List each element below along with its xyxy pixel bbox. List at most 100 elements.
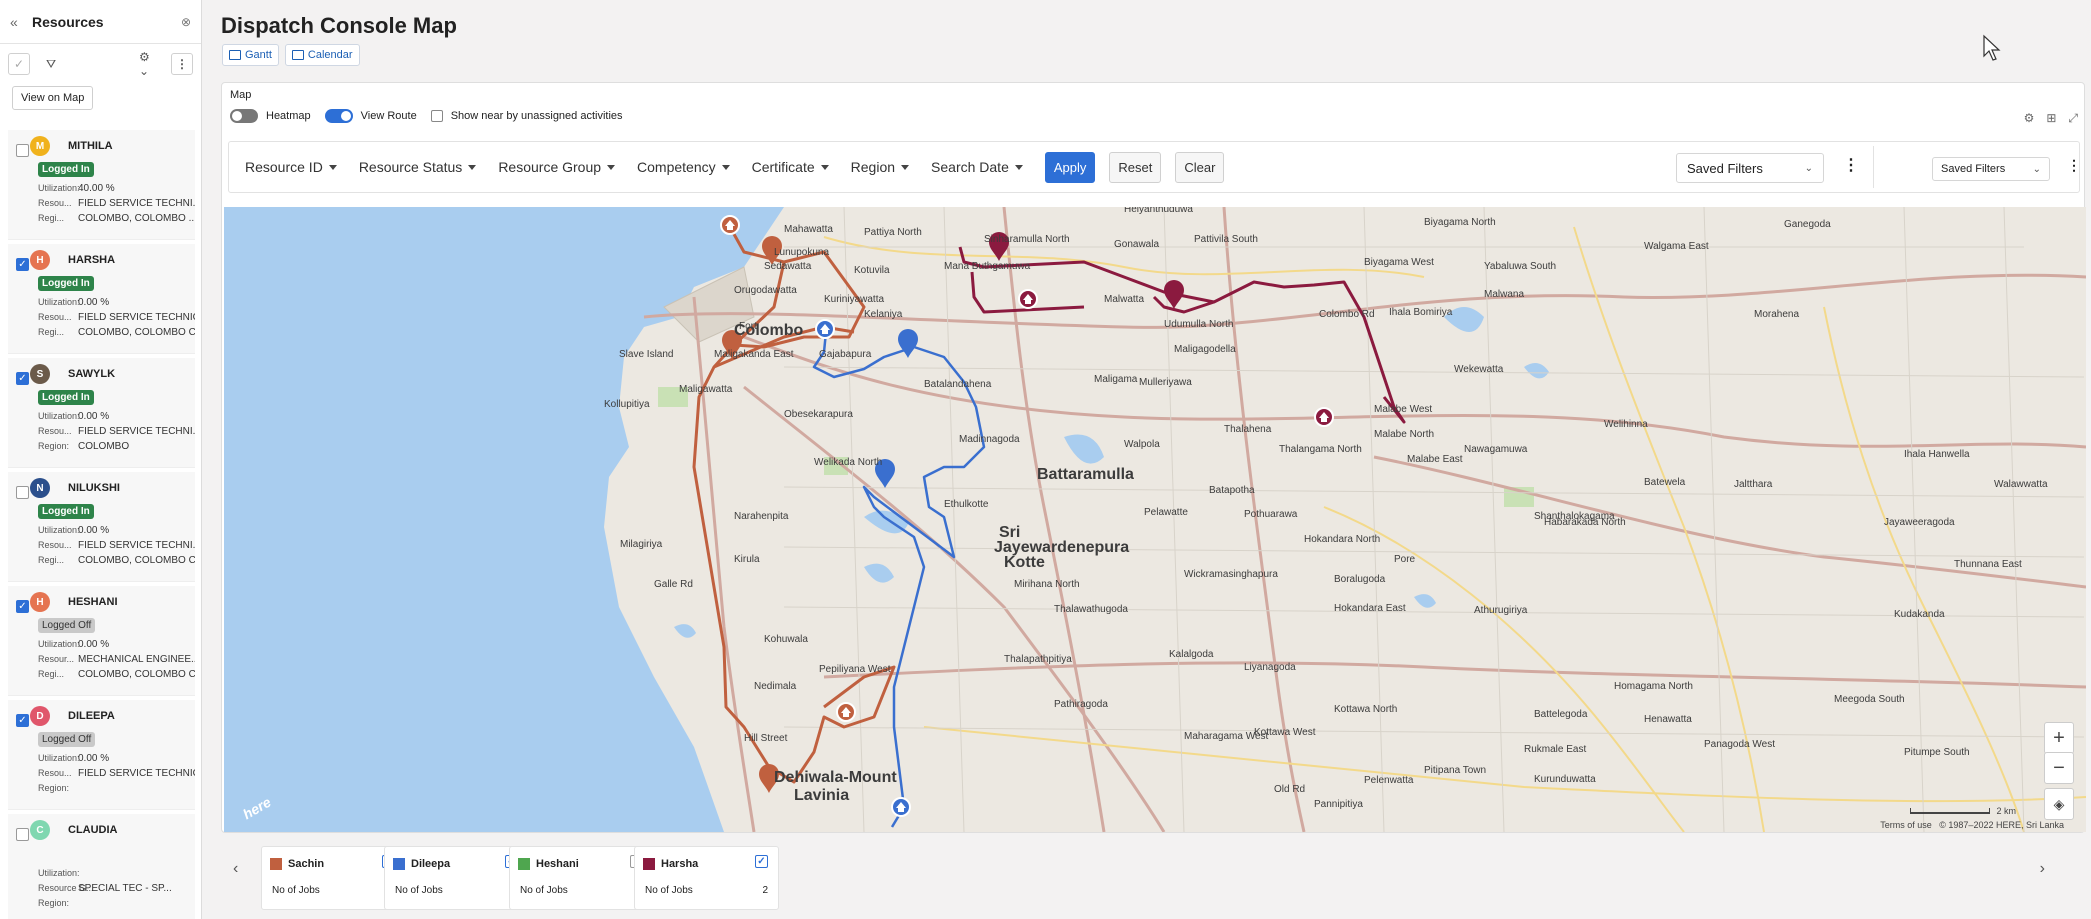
- home-marker-icon[interactable]: [836, 702, 856, 722]
- tab-calendar[interactable]: Calendar: [284, 44, 360, 66]
- avatar: H: [30, 592, 50, 612]
- filter-region[interactable]: Region: [851, 159, 910, 175]
- filter-resource-id[interactable]: Resource ID: [245, 159, 337, 175]
- resource-card[interactable]: ✓ S SAWYLK Logged In Utilization:0.00 % Resou…: [8, 358, 195, 468]
- map-label: Kollupitiya: [604, 399, 650, 410]
- caret-down-icon: [607, 164, 616, 170]
- resource-checkbox[interactable]: ✓: [16, 258, 29, 271]
- show-near-checkbox[interactable]: [430, 110, 443, 122]
- filter-icon[interactable]: ⛛: [40, 53, 62, 75]
- home-marker-icon[interactable]: [815, 319, 835, 339]
- settings-dropdown-icon[interactable]: ⚙ ⌄: [139, 50, 161, 78]
- map-label: Gonawala: [1114, 239, 1159, 250]
- detail-label: Resou...: [38, 198, 72, 208]
- heatmap-label: Heatmap: [266, 110, 311, 122]
- map-svg: Mahawatta Pattiya North Sinharamulla North…: [224, 207, 2086, 832]
- map-label: Meegoda South: [1834, 694, 1905, 705]
- clear-button[interactable]: Clear: [1175, 151, 1225, 183]
- home-marker-icon[interactable]: [720, 215, 740, 235]
- reset-button[interactable]: Reset: [1109, 151, 1162, 183]
- map-label: Wickramasinghapura: [1184, 569, 1278, 580]
- sidebar-title: Resources: [32, 13, 104, 30]
- resource-checkbox[interactable]: ✓: [16, 714, 29, 727]
- resource-checkbox[interactable]: [16, 486, 29, 499]
- pin-icon[interactable]: ⊗: [181, 15, 191, 29]
- view-on-map-button[interactable]: View on Map: [12, 86, 94, 110]
- scale-line: [1910, 808, 1991, 814]
- legend-checkbox[interactable]: ✓: [755, 855, 768, 868]
- home-marker-icon[interactable]: [1018, 289, 1038, 309]
- tab-gantt[interactable]: Gantt: [222, 44, 279, 66]
- view-route-toggle[interactable]: [324, 109, 353, 123]
- resource-card[interactable]: N NILUKSHI Logged In Utilization:0.00 % Reso…: [8, 472, 195, 582]
- legend-prev-icon[interactable]: ‹: [233, 860, 238, 878]
- resource-card[interactable]: C CLAUDIA Utilization: Resource G...SPECIAL…: [8, 814, 195, 919]
- resource-checkbox[interactable]: ✓: [16, 372, 29, 385]
- map-label: Boralugoda: [1334, 574, 1386, 585]
- resource-detail: Utilization:0.00 %: [38, 295, 195, 310]
- filter-certificate[interactable]: Certificate: [752, 159, 829, 175]
- caret-down-icon: [1014, 164, 1023, 170]
- map-label: Malwana: [1484, 289, 1524, 300]
- more-options-icon[interactable]: ⋮: [171, 53, 193, 75]
- terms-of-use-link[interactable]: Terms of use: [1880, 820, 1932, 830]
- legend-card-dileepa[interactable]: Dileepa ✓ No of Jobs 4: [384, 846, 529, 910]
- saved-filters-dropdown-small[interactable]: Saved Filters ⌄: [1932, 157, 2050, 181]
- color-swatch: [393, 857, 405, 870]
- filter-label: Certificate: [751, 159, 815, 175]
- resource-detail: Resou... FIELD SERVICE TECHNIC...: [38, 766, 195, 781]
- zoom-in-button[interactable]: +: [2044, 722, 2074, 754]
- saved-filters-value: Saved Filters: [1687, 160, 1763, 176]
- saved-filters-dropdown[interactable]: Saved Filters ⌄: [1676, 153, 1824, 183]
- map-label: Liyanagoda: [1244, 662, 1296, 673]
- collapse-icon[interactable]: «: [10, 14, 26, 30]
- map-label: Thunnana East: [1954, 559, 2022, 570]
- resource-detail: Region:: [38, 781, 195, 796]
- saved-filters-small-value: Saved Filters: [1941, 163, 2006, 175]
- filter-more-icon[interactable]: ⋮: [1843, 155, 1859, 175]
- resource-card[interactable]: ✓ D DILEEPA Logged Off Utilization:0.00 % Res…: [8, 700, 195, 810]
- resource-checkbox[interactable]: [16, 144, 29, 157]
- map-label: Hokandara North: [1304, 534, 1380, 545]
- filter-resource-group[interactable]: Resource Group: [498, 159, 616, 175]
- select-all-checkbox[interactable]: ✓: [8, 53, 30, 75]
- status-badge: Logged In: [38, 390, 94, 405]
- home-marker-icon[interactable]: [1314, 407, 1334, 427]
- layers-button[interactable]: ◈: [2044, 788, 2074, 820]
- resource-card[interactable]: ✓ H HESHANI Logged Off Utilization:0.00 % Res…: [8, 586, 195, 696]
- legend-name: Dileepa: [411, 857, 451, 870]
- filter-competency[interactable]: Competency: [637, 159, 730, 175]
- settings-icon[interactable]: ⚙: [2024, 111, 2035, 126]
- map-label: Malabe East: [1407, 454, 1463, 465]
- map-canvas[interactable]: Mahawatta Pattiya North Sinharamulla North…: [224, 207, 2086, 832]
- map-toggles: Heatmap View Route Show near by unassign…: [230, 109, 623, 123]
- filter-more-icon-small[interactable]: ⋮: [2067, 157, 2081, 174]
- resource-card[interactable]: M MITHILA Logged In Utilization:40.00 % Reso…: [8, 130, 195, 240]
- resource-list: M MITHILA Logged In Utilization:40.00 % Reso…: [0, 126, 201, 919]
- hierarchy-icon[interactable]: ⊞: [2046, 111, 2056, 126]
- filter-resource-status[interactable]: Resource Status: [359, 159, 477, 175]
- apply-button[interactable]: Apply: [1044, 151, 1096, 183]
- map-label: Milagiriya: [620, 539, 663, 550]
- heatmap-toggle[interactable]: [230, 109, 258, 123]
- map-label: Kuriniyawatta: [824, 294, 884, 305]
- map-label: Sedawatta: [764, 261, 812, 272]
- legend-name: Harsha: [661, 857, 699, 870]
- home-marker-icon[interactable]: [891, 797, 911, 817]
- expand-icon[interactable]: ⤢: [2068, 111, 2078, 126]
- detail-label: Utilization:: [38, 297, 80, 307]
- legend-next-icon[interactable]: ›: [2040, 860, 2045, 878]
- map-label: Pitipana Town: [1424, 765, 1486, 776]
- resource-card[interactable]: ✓ H HARSHA Logged In Utilization:0.00 % Resou…: [8, 244, 195, 354]
- detail-label: Utilization:: [38, 411, 80, 421]
- filter-search-date[interactable]: Search Date: [931, 159, 1023, 175]
- map-label: Panagoda West: [1704, 739, 1775, 750]
- detail-value: MECHANICAL ENGINEE...: [78, 654, 195, 665]
- legend-card-harsha[interactable]: Harsha ✓ No of Jobs 2: [634, 846, 779, 910]
- map-panel-label: Map: [230, 89, 252, 101]
- resource-checkbox[interactable]: ✓: [16, 600, 29, 613]
- filter-label: Resource Group: [498, 159, 602, 175]
- legend-card-heshani[interactable]: Heshani No of Jobs 5: [509, 846, 654, 910]
- resource-checkbox[interactable]: [16, 828, 29, 841]
- zoom-out-button[interactable]: −: [2044, 752, 2074, 784]
